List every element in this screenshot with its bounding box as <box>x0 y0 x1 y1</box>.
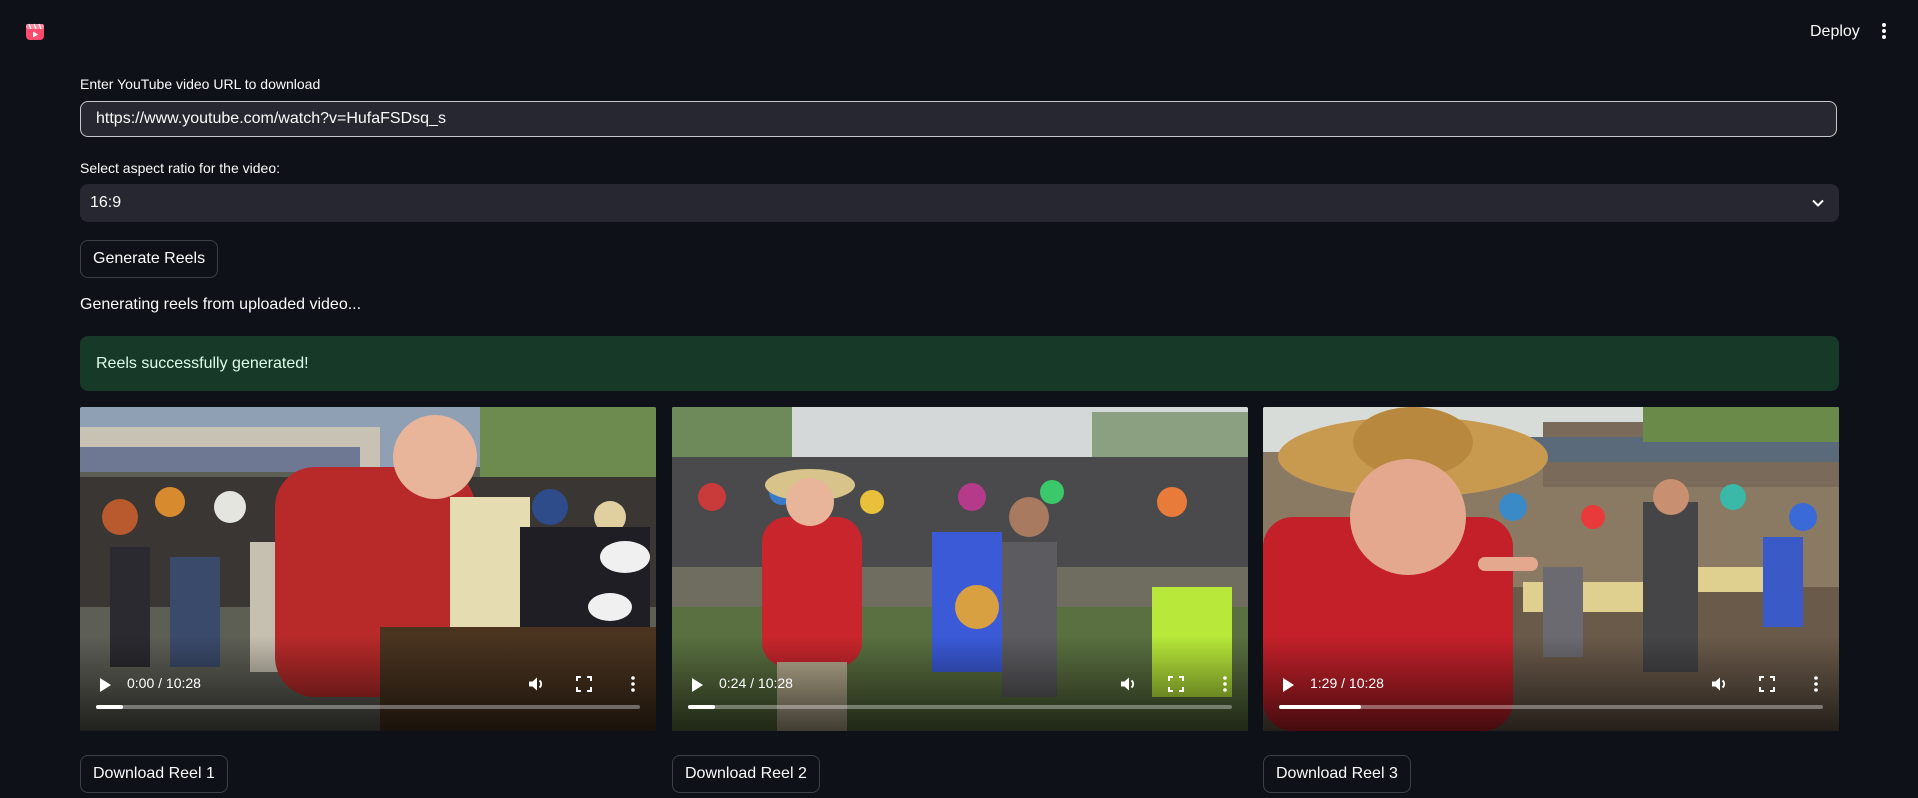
aspect-ratio-label: Select aspect ratio for the video: <box>80 160 280 176</box>
play-icon[interactable] <box>692 678 703 692</box>
video-progress-bar-1[interactable] <box>96 705 640 709</box>
reel-video-player-3[interactable]: 1:29 / 10:28 <box>1263 407 1839 731</box>
volume-icon[interactable] <box>527 675 545 693</box>
download-reel-1-button[interactable]: Download Reel 1 <box>80 755 228 793</box>
more-options-icon[interactable] <box>624 675 642 693</box>
video-time-1: 0:00 / 10:28 <box>127 675 201 691</box>
volume-icon[interactable] <box>1710 675 1728 693</box>
main-menu-icon[interactable] <box>1876 21 1892 41</box>
video-progress-bar-2[interactable] <box>688 705 1232 709</box>
success-alert: Reels successfully generated! <box>80 336 1839 391</box>
video-time-2: 0:24 / 10:28 <box>719 675 793 691</box>
video-time-3: 1:29 / 10:28 <box>1310 675 1384 691</box>
download-reel-2-button[interactable]: Download Reel 2 <box>672 755 820 793</box>
play-icon[interactable] <box>1283 678 1294 692</box>
aspect-ratio-select[interactable]: 16:9 <box>80 184 1839 222</box>
youtube-url-input[interactable] <box>80 101 1837 137</box>
volume-icon[interactable] <box>1119 675 1137 693</box>
more-options-icon[interactable] <box>1807 675 1825 693</box>
video-progress-bar-3[interactable] <box>1279 705 1823 709</box>
fullscreen-icon[interactable] <box>1167 675 1185 693</box>
fullscreen-icon[interactable] <box>575 675 593 693</box>
aspect-ratio-value: 16:9 <box>90 194 122 211</box>
play-icon[interactable] <box>100 678 111 692</box>
generating-status-text: Generating reels from uploaded video... <box>80 296 362 313</box>
download-reel-3-button[interactable]: Download Reel 3 <box>1263 755 1411 793</box>
deploy-button[interactable]: Deploy <box>1800 21 1870 43</box>
app-logo-icon <box>26 23 44 40</box>
reel-video-player-2[interactable]: 0:24 / 10:28 <box>672 407 1248 731</box>
chevron-down-icon <box>1812 199 1824 207</box>
fullscreen-icon[interactable] <box>1758 675 1776 693</box>
generate-reels-button[interactable]: Generate Reels <box>80 240 219 278</box>
url-input-label: Enter YouTube video URL to download <box>80 76 321 92</box>
success-message: Reels successfully generated! <box>96 354 309 372</box>
more-options-icon[interactable] <box>1216 675 1234 693</box>
reel-video-player-1[interactable]: 0:00 / 10:28 <box>80 407 656 731</box>
